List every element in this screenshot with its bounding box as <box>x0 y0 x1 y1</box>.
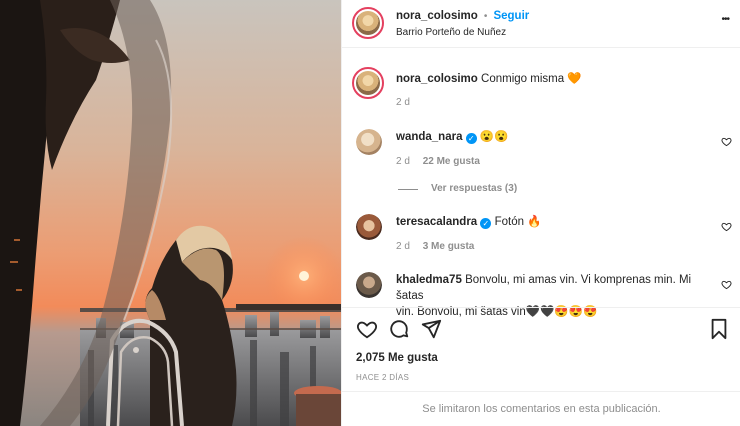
comment-bubble-icon[interactable] <box>388 318 410 340</box>
caption-text: Conmigo misma 🧡 <box>481 73 582 85</box>
caption-time: 2 d <box>396 97 410 108</box>
comment-text: Fotón 🔥 <box>494 216 542 228</box>
comment-likes[interactable]: 3 Me gusta <box>423 241 475 252</box>
comment-like-heart-icon[interactable] <box>721 221 732 232</box>
comment-avatar-wanda[interactable] <box>356 129 382 155</box>
comment-1: wanda_nara ✓ 😮😮 <box>396 129 509 145</box>
likes-count[interactable]: 2,075 Me gusta <box>356 352 438 364</box>
sunset-balcony-image <box>0 0 341 426</box>
caption: nora_colosimo Conmigo misma 🧡 <box>396 71 582 87</box>
comment-like-heart-icon[interactable] <box>721 136 732 147</box>
comment-meta: 2 d 3 Me gusta <box>396 241 474 252</box>
replies-line <box>398 189 418 190</box>
like-heart-icon[interactable] <box>356 318 378 340</box>
post-date: HACE 2 DÍAS <box>356 373 410 382</box>
comment-like-heart-icon[interactable] <box>721 279 732 290</box>
verified-badge-icon: ✓ <box>480 218 492 229</box>
comment-username[interactable]: khaledma75 <box>396 274 462 286</box>
location-link[interactable]: Barrio Porteño de Nuñez <box>396 27 506 38</box>
instagram-post-view: nora_colosimo • Seguir Barrio Porteño de… <box>0 0 740 426</box>
dot-separator: • <box>483 11 488 22</box>
post-header: nora_colosimo • Seguir Barrio Porteño de… <box>342 0 740 48</box>
verified-badge-icon: ✓ <box>465 133 477 144</box>
comment-username[interactable]: teresacalandra <box>396 216 477 228</box>
comment-2: teresacalandra ✓ Fotón 🔥 <box>396 214 542 230</box>
comment-username[interactable]: wanda_nara <box>396 131 462 143</box>
save-bookmark-icon[interactable] <box>709 318 729 340</box>
share-paper-plane-icon[interactable] <box>420 318 442 340</box>
comment-time: 2 d <box>396 241 410 252</box>
comments-limited-notice: Se limitaron los comentarios en esta pub… <box>342 391 740 426</box>
caption-username[interactable]: nora_colosimo <box>396 73 478 85</box>
author-avatar[interactable] <box>352 7 384 39</box>
author-line: nora_colosimo • Seguir <box>396 10 529 22</box>
view-replies-button[interactable]: Ver respuestas (3) <box>431 183 517 194</box>
comment-time: 2 d <box>396 156 410 167</box>
more-options-icon[interactable]: ••• <box>721 14 729 25</box>
comment-avatar-khaled[interactable] <box>356 272 382 298</box>
post-photo[interactable] <box>0 0 341 426</box>
comment-meta: 2 d 22 Me gusta <box>396 156 480 167</box>
post-details-panel: nora_colosimo • Seguir Barrio Porteño de… <box>341 0 740 426</box>
caption-avatar[interactable] <box>352 67 384 99</box>
author-username[interactable]: nora_colosimo <box>396 10 478 22</box>
comment-avatar-teresa[interactable] <box>356 214 382 240</box>
comment-likes[interactable]: 22 Me gusta <box>423 156 480 167</box>
comment-text: 😮😮 <box>479 131 509 143</box>
follow-button[interactable]: Seguir <box>493 10 529 22</box>
